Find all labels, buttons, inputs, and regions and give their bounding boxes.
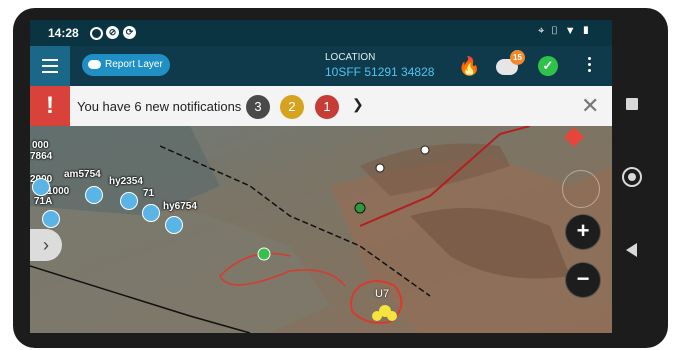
notification-count-red[interactable]: 1 (315, 95, 339, 119)
notification-bar: ! You have 6 new notifications 3 2 1 ❯ ✕ (30, 86, 612, 126)
map-label: am5754 (64, 169, 101, 180)
map-unit-marker[interactable] (85, 186, 103, 204)
menu-button[interactable] (30, 46, 70, 86)
app-bar: Report Layer LOCATION 10SFF 51291 34828 … (30, 46, 612, 86)
map-label: 000 (32, 140, 49, 151)
vibrate-icon: ▯ (550, 25, 565, 37)
cloud-icon (88, 60, 101, 69)
sync-icon: ⟳ (123, 26, 136, 39)
recents-button[interactable] (626, 98, 638, 110)
map-label: 7864 (30, 151, 53, 162)
map-unit-marker[interactable] (120, 192, 138, 210)
zoom-out-icon: − (576, 266, 590, 291)
terrain-map (30, 126, 612, 333)
wifi-icon: ▼ (564, 25, 582, 37)
messages-badge: 15 (510, 50, 525, 65)
report-layer-button[interactable]: Report Layer (82, 54, 170, 76)
map-unit-marker[interactable] (142, 204, 160, 222)
notification-text: You have 6 new notifications (77, 99, 242, 114)
zoom-in-icon: + (576, 218, 590, 243)
home-button[interactable] (622, 167, 642, 187)
status-icons: ⌖▯▼▮ (538, 25, 596, 38)
map-unit-marker[interactable] (42, 210, 60, 228)
location-pin-icon: ⌖ (538, 25, 551, 37)
alert-icon: ! (30, 86, 70, 126)
flame-icon[interactable]: 🔥 (458, 56, 480, 77)
compass-icon[interactable] (562, 170, 600, 208)
report-layer-label: Report Layer (105, 59, 163, 70)
system-navigation (612, 20, 650, 333)
location-title: LOCATION (325, 52, 376, 63)
map-label: 71A (34, 196, 53, 207)
map-unit-marker[interactable] (32, 178, 50, 196)
dnd-icon: ⊘ (106, 26, 119, 39)
map-view[interactable]: 000 7864 2000 am5754 hy2354 1000 71 71A … (30, 126, 612, 333)
battery-icon: ▮ (581, 25, 596, 37)
status-bar: 14:28 ⊘ ⟳ ⌖▯▼▮ (30, 20, 612, 46)
alarm-icon (90, 27, 103, 40)
expand-icon: › (43, 235, 49, 255)
close-icon[interactable]: ✕ (581, 93, 599, 119)
screen: 14:28 ⊘ ⟳ ⌖▯▼▮ Report Layer LOCATION 10S… (30, 20, 612, 333)
map-label: hy6754 (163, 201, 197, 212)
more-options-button[interactable] (588, 57, 591, 75)
map-unit-marker[interactable] (165, 216, 183, 234)
chevron-down-icon[interactable]: ❯ (352, 96, 364, 113)
map-label: 71 (143, 188, 155, 199)
zoom-out-button[interactable]: − (565, 262, 601, 298)
back-button[interactable] (626, 243, 637, 257)
notification-count-gray[interactable]: 3 (246, 95, 270, 119)
status-time: 14:28 (48, 26, 79, 40)
notification-count-yellow[interactable]: 2 (280, 95, 304, 119)
expand-button[interactable]: › (30, 229, 62, 261)
unit-label-u7: U7 (375, 288, 390, 300)
check-icon[interactable]: ✓ (538, 56, 558, 76)
map-label: hy2354 (109, 176, 143, 187)
zoom-in-button[interactable]: + (565, 214, 601, 250)
location-value: 10SFF 51291 34828 (325, 65, 435, 79)
menu-icon (42, 59, 58, 61)
